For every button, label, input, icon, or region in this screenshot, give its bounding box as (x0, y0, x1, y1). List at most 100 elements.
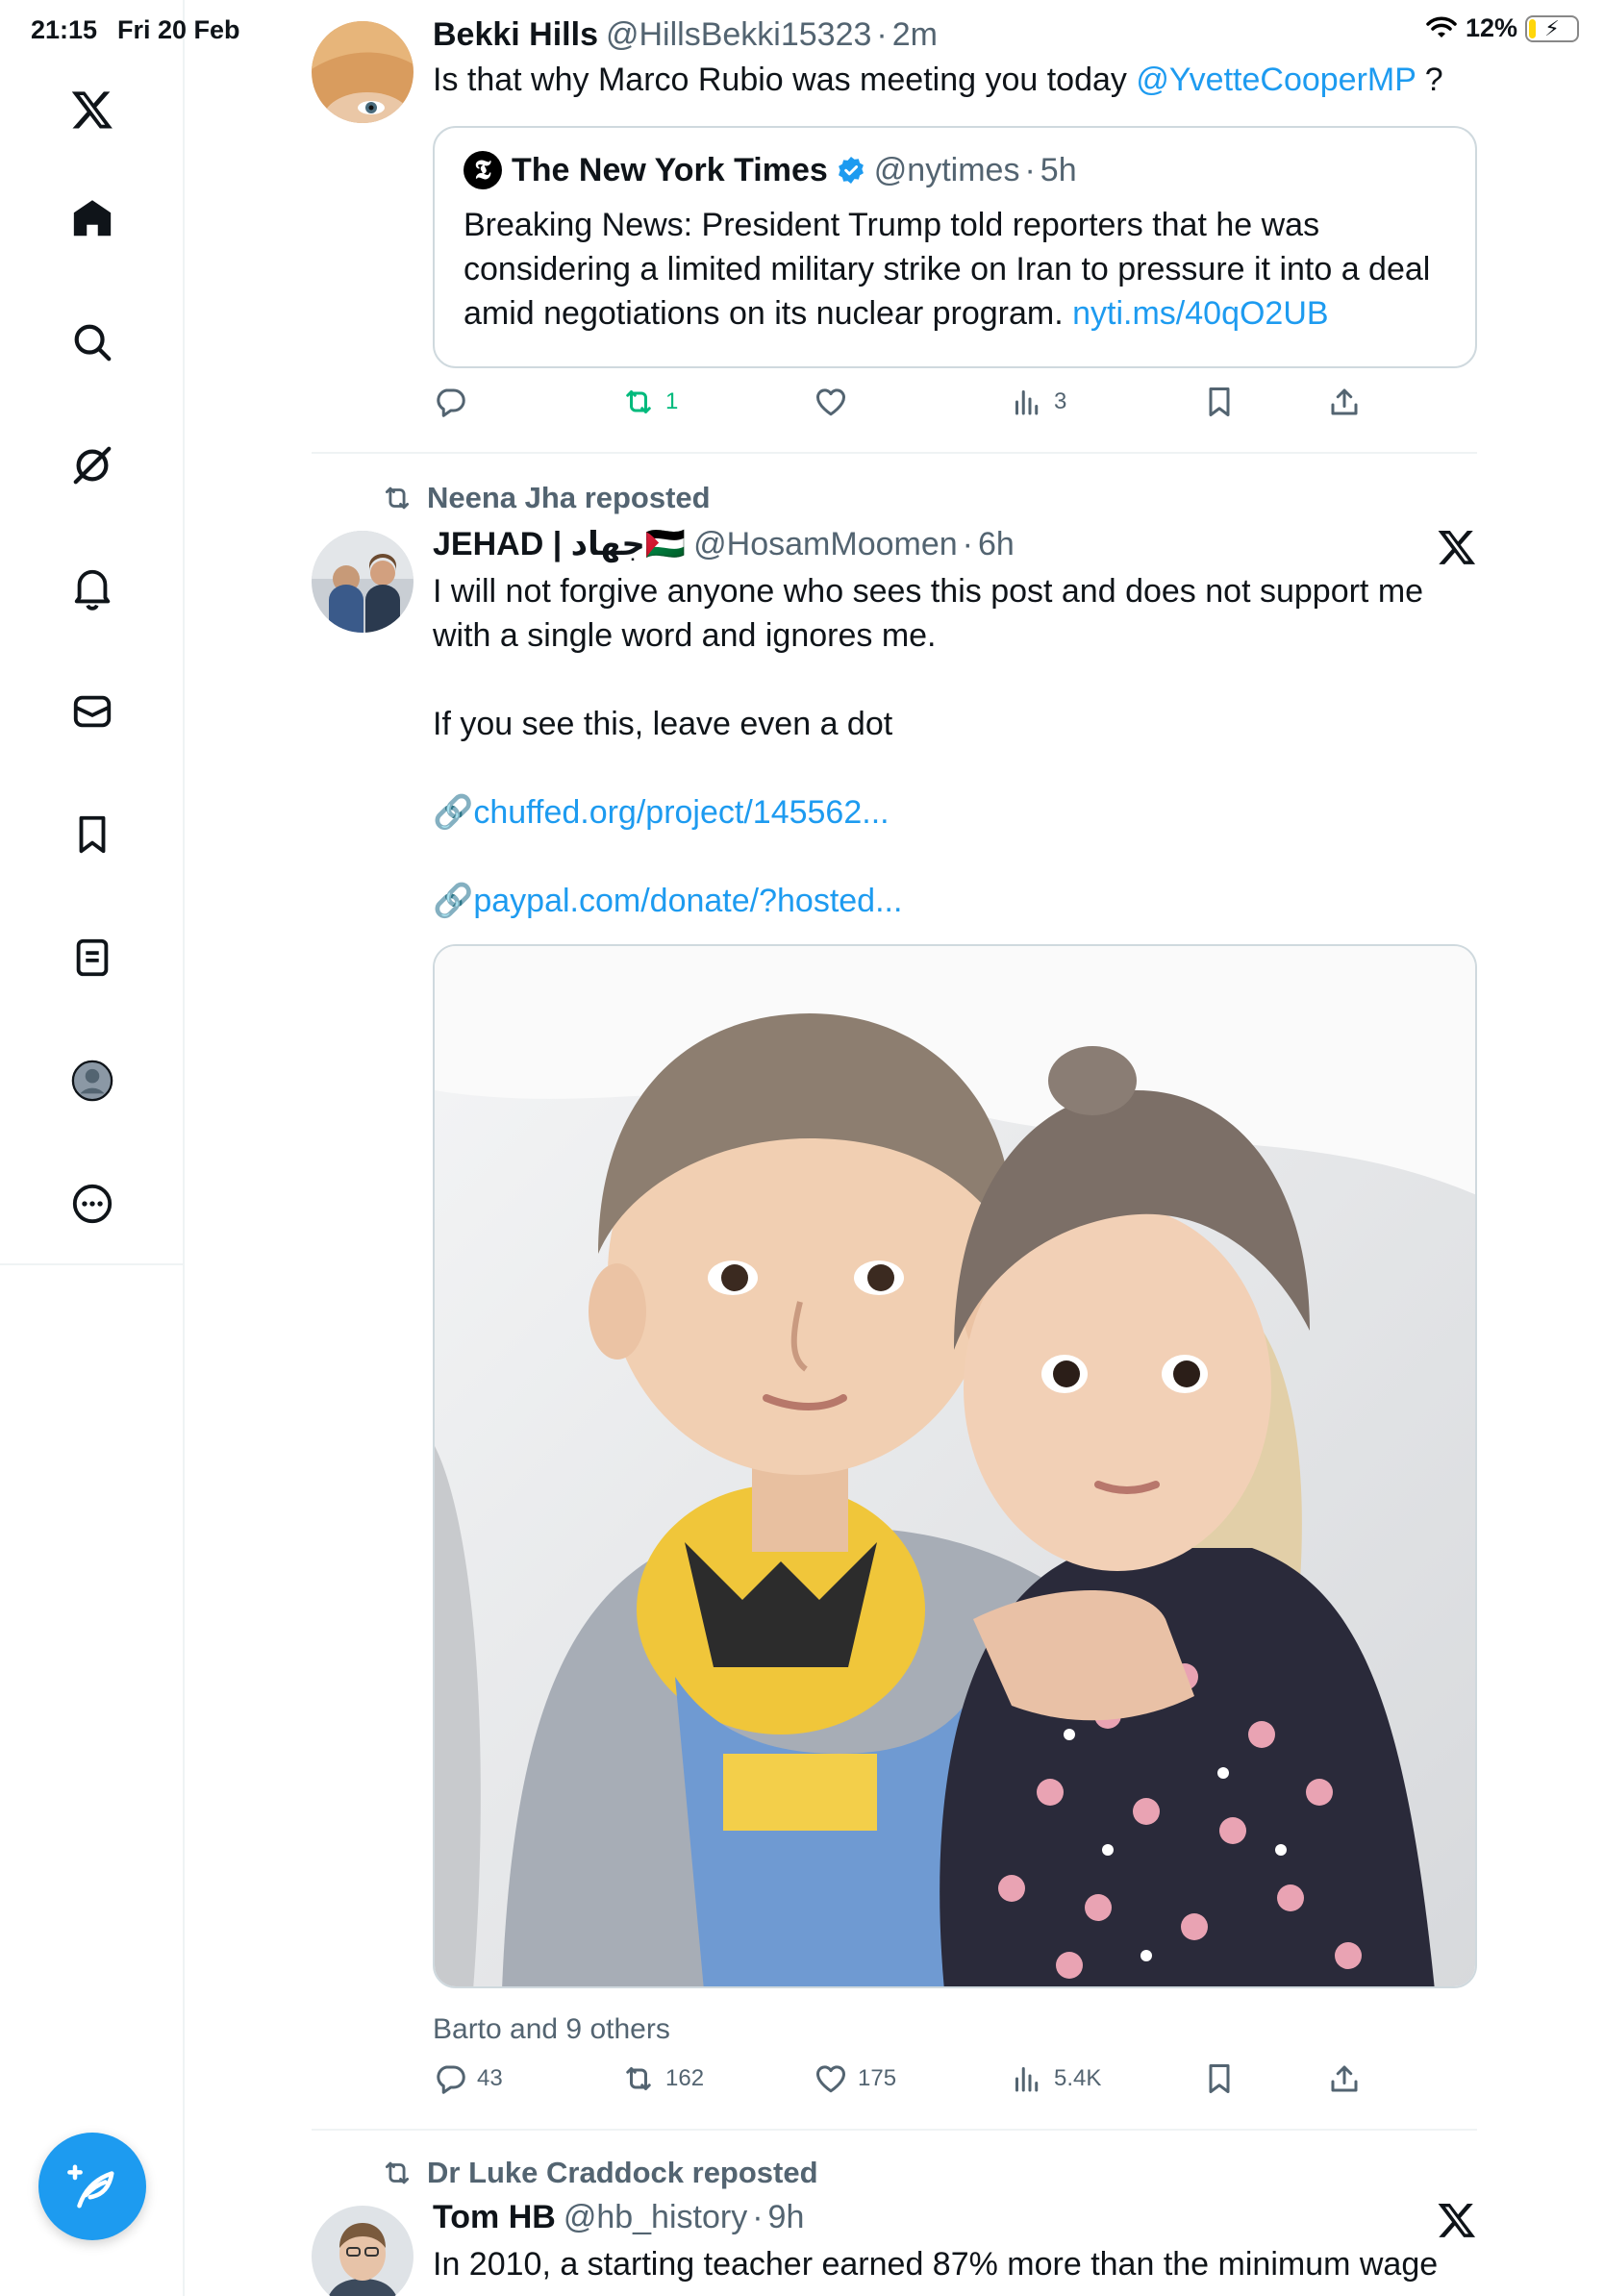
list-icon (76, 938, 109, 977)
like-button[interactable]: 175 (814, 2061, 896, 2096)
heart-icon (815, 388, 846, 416)
chuffed-link[interactable]: chuffed.org/project/145562... (473, 794, 889, 831)
nav-messages[interactable] (62, 681, 123, 742)
nyt-logo-icon: 𝕿 (464, 151, 502, 189)
x-logo-icon (71, 91, 113, 129)
nav-explore[interactable] (62, 312, 123, 373)
repost-icon (626, 390, 651, 413)
separator-dot: · (962, 526, 973, 562)
repost-icon (385, 2161, 410, 2184)
search-icon (74, 324, 112, 362)
link-icon: 🔗 (433, 794, 474, 831)
post-text-2: If you see this, leave even a dot (433, 706, 893, 742)
bookmark-icon (1209, 387, 1230, 416)
status-battery-percent: 12% (1465, 13, 1517, 42)
post-actions: 1 3 (433, 385, 1358, 427)
status-time: 21:15 (31, 15, 98, 44)
post-text-end: ? (1416, 62, 1443, 98)
link-icon: 🔗 (433, 883, 474, 919)
separator-dot: · (1024, 152, 1036, 188)
sidebar (0, 0, 185, 2296)
avatar[interactable] (312, 2206, 414, 2296)
nav-home[interactable] (62, 188, 123, 250)
views-chart-icon (1015, 2067, 1039, 2092)
quote-time: 5h (1040, 152, 1077, 188)
status-indicators: 12% ⚡ (1425, 13, 1579, 43)
x-logo-button[interactable] (62, 79, 123, 140)
post-text-main: Is that why Marco Rubio was meeting you … (433, 62, 1127, 98)
paypal-link[interactable]: paypal.com/donate/?hosted... (473, 883, 902, 919)
compose-button[interactable] (38, 2133, 146, 2240)
link-row: 🔗chuffed.org/project/145562... (433, 790, 1477, 835)
repost-button[interactable]: 162 (621, 2061, 704, 2096)
share-icon (1331, 388, 1358, 415)
post-content: JEHAD | جهاد🇵🇸 @HosamMoomen · 6h I will … (433, 523, 1477, 923)
post-image[interactable] (433, 944, 1477, 1988)
battery-icon: ⚡ (1525, 14, 1579, 42)
verified-badge-icon (838, 157, 864, 184)
reply-button[interactable]: 43 (433, 2061, 503, 2096)
reply-button[interactable] (433, 385, 477, 419)
repost-count: 1 (665, 388, 679, 414)
nav-profile[interactable] (62, 1050, 123, 1111)
author-name[interactable]: JEHAD | جهاد🇵🇸 (433, 523, 686, 565)
nav-lists[interactable] (62, 927, 123, 988)
views-count: 5.4K (1054, 2065, 1102, 2091)
repost-button[interactable]: 1 (621, 385, 678, 419)
grok-icon (73, 446, 112, 485)
nav-notifications[interactable] (62, 558, 123, 619)
nav-bookmarks[interactable] (62, 804, 123, 865)
mention-link[interactable]: @YvetteCooperMP (1136, 62, 1416, 98)
repost-icon (626, 2067, 651, 2090)
quoted-post[interactable]: 𝕿 The New York Times @nytimes · 5h Break… (433, 126, 1477, 368)
post-divider (312, 452, 1477, 454)
post-time[interactable]: 6h (978, 523, 1015, 565)
repost-label-text[interactable]: Dr Luke Craddock reposted (427, 2156, 818, 2190)
like-count: 175 (858, 2065, 897, 2091)
liked-by-text[interactable]: Barto and 9 others (433, 2013, 670, 2046)
bell-icon (74, 569, 111, 611)
quote-link[interactable]: nyti.ms/40qO2UB (1072, 295, 1328, 332)
views-count: 3 (1054, 388, 1067, 414)
quote-author-handle: @nytimes (873, 152, 1020, 188)
like-button[interactable] (814, 385, 858, 419)
home-icon (73, 200, 112, 237)
more-icon (72, 1184, 113, 1224)
bookmark-icon (1209, 2064, 1230, 2093)
separator-dot: · (752, 2199, 764, 2235)
repost-count: 162 (665, 2065, 705, 2091)
quote-text: Breaking News: President Trump told repo… (464, 203, 1446, 336)
nav-grok[interactable] (62, 435, 123, 496)
nav-more[interactable] (62, 1173, 123, 1235)
author-handle[interactable]: @HosamMoomen (693, 523, 958, 565)
profile-icon (71, 1060, 113, 1102)
sidebar-divider (0, 1263, 185, 1265)
repost-label-text[interactable]: Neena Jha reposted (427, 481, 711, 515)
heart-icon (815, 2065, 846, 2093)
share-button[interactable] (1327, 385, 1362, 419)
post-actions: 43 162 175 5.4K (433, 2061, 1358, 2104)
bookmark-icon (79, 815, 106, 854)
avatar[interactable] (312, 531, 414, 633)
share-button[interactable] (1327, 2061, 1362, 2096)
repost-indicator: Dr Luke Craddock reposted (381, 2156, 818, 2190)
timeline-feed: Bekki Hills @HillsBekki15323 · 2m Is tha… (312, 0, 1477, 2296)
envelope-icon (73, 695, 112, 728)
post-text: In 2010, a starting teacher earned 87% m… (433, 2246, 1439, 2283)
post-time[interactable]: 9h (768, 2196, 805, 2238)
status-date: Fri 20 Feb (117, 15, 240, 44)
views-button[interactable]: 3 (1010, 385, 1066, 419)
post-divider (312, 2129, 1477, 2131)
views-button[interactable]: 5.4K (1010, 2061, 1101, 2096)
bookmark-button[interactable] (1202, 385, 1237, 419)
wifi-icon (1426, 16, 1457, 37)
post-text: Is that why Marco Rubio was meeting you … (433, 58, 1477, 102)
author-name[interactable]: Tom HB (433, 2196, 556, 2238)
repost-icon (385, 487, 410, 510)
reply-count: 43 (477, 2065, 503, 2091)
author-handle[interactable]: @hb_history (564, 2196, 747, 2238)
status-bar: 21:15 Fri 20 Feb 12% ⚡ (0, 0, 1604, 58)
repost-indicator: Neena Jha reposted (381, 481, 711, 515)
link-row: 🔗paypal.com/donate/?hosted... (433, 879, 1477, 923)
bookmark-button[interactable] (1202, 2061, 1237, 2096)
